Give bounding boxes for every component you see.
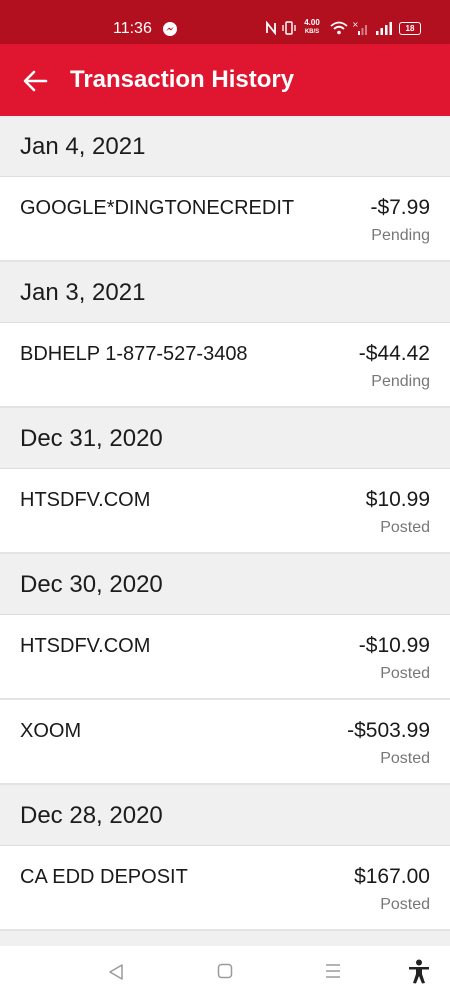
transaction-amount: $10.99 xyxy=(365,488,430,511)
date-label: Dec 31, 2020 xyxy=(20,425,163,452)
merchant-name: BDHELP 1-877-527-3408 xyxy=(20,343,248,365)
accessibility-icon[interactable] xyxy=(407,959,431,985)
menu-lines-icon[interactable] xyxy=(324,963,342,979)
signal-icon xyxy=(376,22,392,35)
network-speed-unit: KB/S xyxy=(304,29,320,35)
transaction-status: Pending xyxy=(371,373,430,390)
battery-icon: 18 xyxy=(399,22,421,35)
back-triangle-icon[interactable] xyxy=(108,963,124,981)
transaction-status: Pending xyxy=(371,227,430,244)
messenger-icon xyxy=(163,22,177,36)
transaction-row[interactable]: BDHELP 1-877-527-3408 -$44.42 Pending xyxy=(0,323,450,408)
transaction-amount: -$7.99 xyxy=(370,196,430,219)
vibrate-icon xyxy=(282,21,296,35)
page-title: Transaction History xyxy=(70,66,295,93)
transaction-row[interactable]: GOOGLE*DINGTONECREDIT -$7.99 Pending xyxy=(0,177,450,262)
transaction-row[interactable]: CA EDD DEPOSIT $167.00 Posted xyxy=(0,846,450,931)
transaction-status: Posted xyxy=(380,519,430,536)
wifi-icon xyxy=(330,21,348,35)
merchant-name: XOOM xyxy=(20,720,82,742)
transaction-row[interactable]: HTSDFV.COM $10.99 Posted xyxy=(0,469,450,554)
transaction-row[interactable]: HTSDFV.COM -$10.99 Posted xyxy=(0,615,450,700)
network-speed: 4.00 KB/S xyxy=(300,19,324,36)
transaction-list: Jan 4, 2021 GOOGLE*DINGTONECREDIT -$7.99… xyxy=(0,116,450,949)
transaction-amount: $167.00 xyxy=(354,865,430,888)
arrow-left-icon[interactable] xyxy=(22,68,48,94)
merchant-name: HTSDFV.COM xyxy=(20,489,151,511)
transaction-amount: -$503.99 xyxy=(347,719,430,742)
date-header: Jan 4, 2021 xyxy=(0,116,450,177)
signal-weak-icon: × xyxy=(352,20,367,35)
date-label: Jan 3, 2021 xyxy=(20,279,146,306)
home-square-icon[interactable] xyxy=(217,963,233,979)
merchant-name: CA EDD DEPOSIT xyxy=(20,866,188,888)
date-label: Dec 28, 2020 xyxy=(20,802,163,829)
transaction-amount: -$44.42 xyxy=(358,342,430,365)
merchant-name: HTSDFV.COM xyxy=(20,635,151,657)
date-header: Dec 30, 2020 xyxy=(0,554,450,615)
transaction-row[interactable]: XOOM -$503.99 Posted xyxy=(0,700,450,785)
status-bar: 11:36 4.00 KB/S × 18 xyxy=(0,0,450,44)
date-header: Dec 28, 2020 xyxy=(0,785,450,846)
network-speed-value: 4.00 xyxy=(304,18,320,27)
date-label: Jan 4, 2021 xyxy=(20,133,146,160)
transaction-status: Posted xyxy=(380,750,430,767)
transaction-status: Posted xyxy=(380,665,430,682)
battery-level: 18 xyxy=(405,24,415,33)
transaction-amount: -$10.99 xyxy=(358,634,430,657)
system-nav-bar xyxy=(0,946,450,1000)
status-time: 11:36 xyxy=(113,20,152,37)
nfc-icon xyxy=(266,21,276,35)
svg-text:×: × xyxy=(352,20,359,29)
app-bar: Transaction History xyxy=(0,44,450,116)
merchant-name: GOOGLE*DINGTONECREDIT xyxy=(20,197,295,219)
date-header: Dec 31, 2020 xyxy=(0,408,450,469)
date-header: Jan 3, 2021 xyxy=(0,262,450,323)
transaction-status: Posted xyxy=(380,896,430,913)
date-label: Dec 30, 2020 xyxy=(20,571,163,598)
